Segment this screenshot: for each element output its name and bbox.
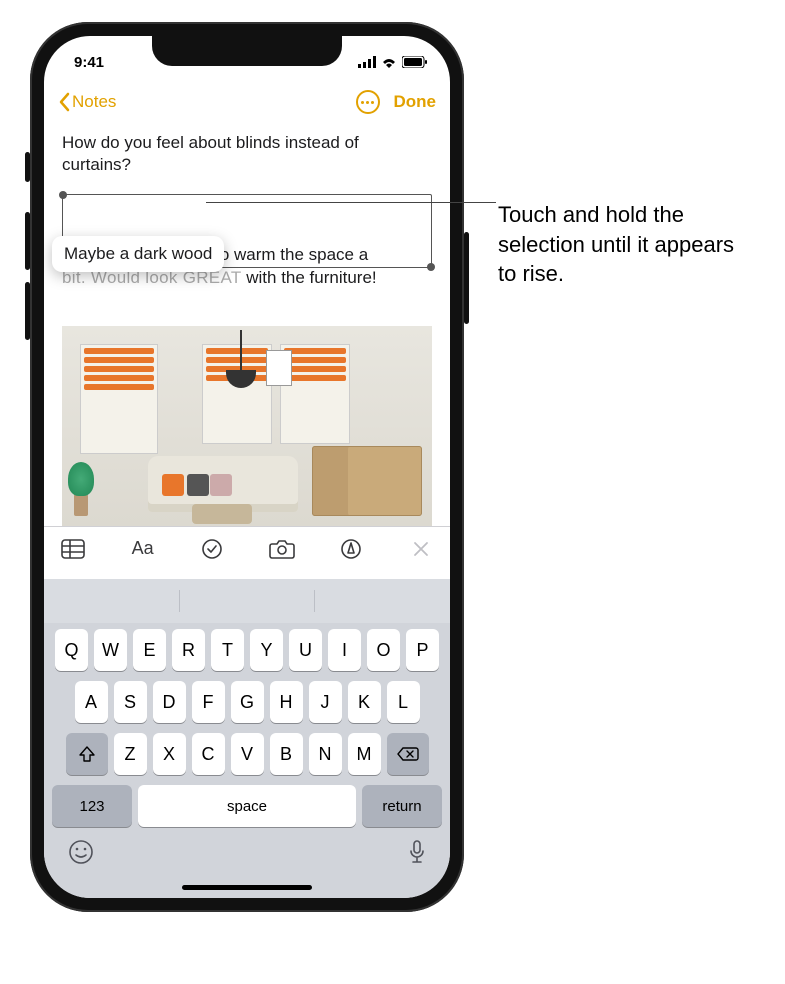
wifi-icon (381, 56, 397, 68)
key-x[interactable]: X (153, 733, 186, 775)
key-d[interactable]: D (153, 681, 186, 723)
window-illustration (202, 344, 272, 444)
key-r[interactable]: R (172, 629, 205, 671)
art-illustration (266, 350, 292, 386)
camera-icon[interactable] (269, 536, 295, 562)
return-key[interactable]: return (362, 785, 442, 827)
key-s[interactable]: S (114, 681, 147, 723)
key-m[interactable]: M (348, 733, 381, 775)
screen: 9:41 Notes Done How do you feel about b (44, 36, 450, 898)
volume-up (25, 212, 30, 270)
numbers-key[interactable]: 123 (52, 785, 132, 827)
text-format-button[interactable]: Aa (130, 536, 156, 562)
shift-key[interactable] (66, 733, 108, 775)
mic-icon (408, 839, 426, 865)
emoji-key[interactable] (68, 839, 94, 870)
iphone-frame: 9:41 Notes Done How do you feel about b (30, 22, 464, 912)
window-illustration (80, 344, 158, 454)
key-o[interactable]: O (367, 629, 400, 671)
note-text-1[interactable]: How do you feel about blinds instead of … (62, 132, 432, 176)
cushion-illustration (187, 474, 209, 496)
checklist-icon[interactable] (199, 536, 225, 562)
back-label: Notes (72, 92, 116, 112)
battery-icon (402, 56, 428, 68)
floating-selection[interactable]: Maybe a dark wood (52, 236, 224, 272)
key-c[interactable]: C (192, 733, 225, 775)
key-g[interactable]: G (231, 681, 264, 723)
markup-icon[interactable] (338, 536, 364, 562)
more-button[interactable] (356, 90, 380, 114)
delete-icon (397, 746, 419, 762)
key-t[interactable]: T (211, 629, 244, 671)
key-h[interactable]: H (270, 681, 303, 723)
under-tail2: with the furniture! (242, 268, 377, 287)
status-time: 9:41 (74, 54, 104, 71)
key-i[interactable]: I (328, 629, 361, 671)
key-p[interactable]: P (406, 629, 439, 671)
cellular-icon (358, 56, 376, 68)
key-row-3: ZXCVBNM (48, 733, 446, 775)
notch (152, 36, 342, 66)
ellipsis-icon (361, 101, 374, 104)
dresser-illustration (312, 446, 422, 516)
close-icon[interactable] (408, 536, 434, 562)
key-v[interactable]: V (231, 733, 264, 775)
dictation-key[interactable] (408, 839, 426, 870)
chevron-left-icon (58, 92, 70, 112)
under-tail: o warm the space a (220, 245, 368, 264)
key-n[interactable]: N (309, 733, 342, 775)
key-e[interactable]: E (133, 629, 166, 671)
key-y[interactable]: Y (250, 629, 283, 671)
cushion-illustration (210, 474, 232, 496)
back-button[interactable]: Notes (58, 92, 116, 112)
callout-text: Touch and hold the selection until it ap… (498, 200, 758, 289)
status-icons (358, 56, 428, 68)
key-z[interactable]: Z (114, 733, 147, 775)
volume-down (25, 282, 30, 340)
keyboard: QWERTYUIOP ASDFGHJKL ZXCVBNM 123 space r… (44, 579, 450, 898)
home-indicator[interactable] (182, 885, 312, 890)
key-row-4: 123 space return (48, 785, 446, 827)
key-row-1: QWERTYUIOP (48, 629, 446, 671)
delete-key[interactable] (387, 733, 429, 775)
cushion-illustration (162, 474, 184, 496)
key-l[interactable]: L (387, 681, 420, 723)
mute-switch (25, 152, 30, 182)
table-illustration (192, 504, 252, 524)
power-button (464, 232, 469, 324)
key-row-2: ASDFGHJKL (48, 681, 446, 723)
callout-line (206, 202, 496, 203)
key-a[interactable]: A (75, 681, 108, 723)
emoji-icon (68, 839, 94, 865)
key-k[interactable]: K (348, 681, 381, 723)
key-j[interactable]: J (309, 681, 342, 723)
space-key[interactable]: space (138, 785, 356, 827)
done-button[interactable]: Done (394, 92, 437, 112)
format-toolbar: Aa (44, 526, 450, 570)
table-icon[interactable] (60, 536, 86, 562)
key-b[interactable]: B (270, 733, 303, 775)
plant-illustration (68, 460, 94, 516)
nav-bar: Notes Done (44, 80, 450, 124)
shift-icon (78, 745, 96, 763)
key-f[interactable]: F (192, 681, 225, 723)
note-image[interactable] (62, 326, 432, 526)
key-q[interactable]: Q (55, 629, 88, 671)
key-u[interactable]: U (289, 629, 322, 671)
key-w[interactable]: W (94, 629, 127, 671)
predictive-bar (44, 579, 450, 623)
